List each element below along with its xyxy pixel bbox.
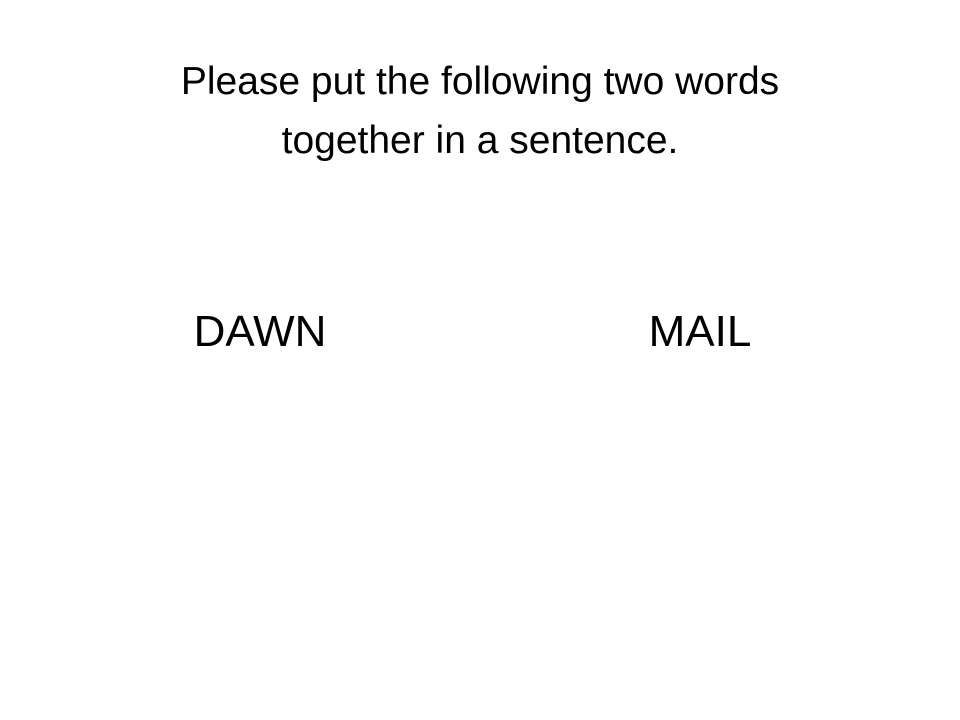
slide: Please put the following two words toget… [0,0,960,720]
word-left: DAWN [193,307,327,356]
slide-title: Please put the following two words toget… [80,52,880,170]
word-right: MAIL [648,307,752,356]
slide-title-line-1: Please put the following two words [180,60,780,103]
slide-title-line-2: together in a sentence. [281,119,679,162]
